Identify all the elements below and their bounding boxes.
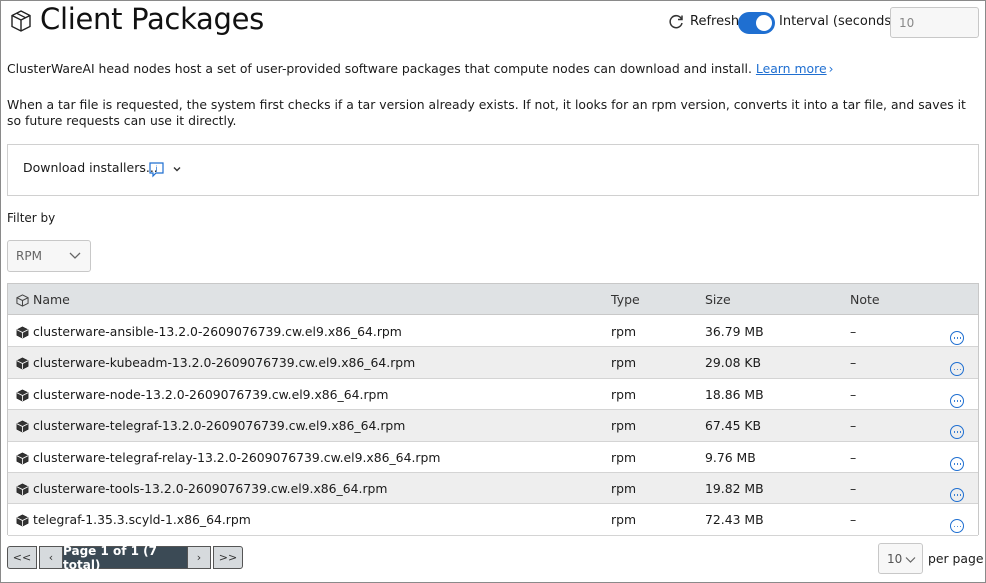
package-icon xyxy=(16,294,29,307)
cell-name: clusterware-telegraf-13.2.0-2609076739.c… xyxy=(33,418,406,434)
page-title: Client Packages xyxy=(40,2,264,36)
cell-note: – xyxy=(850,386,857,402)
more-options-icon[interactable] xyxy=(950,362,964,377)
installers-panel: Download installers... i xyxy=(7,144,979,196)
last-page-button[interactable]: >> xyxy=(213,546,243,569)
chevron-down-icon[interactable] xyxy=(172,164,182,174)
info-icon[interactable]: i xyxy=(148,161,165,178)
package-icon xyxy=(16,389,29,402)
cell-size: 18.86 MB xyxy=(705,386,764,402)
interval-input[interactable] xyxy=(890,7,979,38)
package-icon xyxy=(11,10,31,32)
svg-text:i: i xyxy=(155,165,157,174)
cell-size: 67.45 KB xyxy=(705,418,762,434)
table-row[interactable]: telegraf-1.35.3.scyld-1.x86_64.rpm rpm 72.… xyxy=(8,504,978,536)
table-row[interactable]: clusterware-telegraf-13.2.0-2609076739.c… xyxy=(8,410,978,442)
package-icon xyxy=(16,420,29,433)
cell-type: rpm xyxy=(611,324,637,339)
refresh-label: Refresh xyxy=(690,14,740,29)
prev-page-button[interactable]: ‹ xyxy=(39,546,63,569)
table-header: Name Type Size Note xyxy=(8,284,978,315)
chevron-down-icon xyxy=(69,252,81,259)
table-row[interactable]: clusterware-kubeadm-13.2.0-2609076739.cw… xyxy=(8,347,978,379)
refresh-icon[interactable] xyxy=(667,13,685,31)
download-installers-toggle[interactable]: Download installers... xyxy=(23,160,158,175)
cell-type: rpm xyxy=(611,418,637,434)
more-options-icon[interactable] xyxy=(950,331,964,345)
cell-size: 29.08 KB xyxy=(705,355,762,371)
column-header-note[interactable]: Note xyxy=(850,292,880,307)
next-page-button[interactable]: › xyxy=(187,546,211,569)
more-options-icon[interactable] xyxy=(950,393,964,408)
cell-note: – xyxy=(850,418,857,434)
toggle-knob xyxy=(756,15,772,31)
cell-note: – xyxy=(850,481,857,496)
cell-name: clusterware-ansible-13.2.0-2609076739.cw… xyxy=(33,324,402,339)
cell-type: rpm xyxy=(611,512,637,528)
table-row[interactable]: clusterware-node-13.2.0-2609076739.cw.el… xyxy=(8,378,978,411)
cell-type: rpm xyxy=(611,449,637,465)
cell-note: – xyxy=(850,449,857,465)
first-page-button[interactable]: << xyxy=(7,546,37,569)
package-icon xyxy=(16,357,29,370)
refresh-toggle[interactable] xyxy=(738,12,775,34)
cell-type: rpm xyxy=(611,355,637,371)
page-indicator: Page 1 of 1 (7 total) xyxy=(62,544,188,572)
more-options-icon[interactable] xyxy=(950,519,964,534)
filter-select-value: RPM xyxy=(16,249,42,263)
per-page-value: 10 xyxy=(887,552,903,566)
chevron-down-icon xyxy=(905,557,916,563)
cell-name: telegraf-1.35.3.scyld-1.x86_64.rpm xyxy=(33,512,251,528)
packages-table: Name Type Size Note clusterware-ansible-… xyxy=(7,283,979,536)
package-icon xyxy=(16,483,29,496)
filter-select[interactable]: RPM xyxy=(7,240,91,272)
cell-name: clusterware-kubeadm-13.2.0-2609076739.cw… xyxy=(33,355,416,371)
chevron-right-icon[interactable]: › xyxy=(829,62,834,76)
cell-type: rpm xyxy=(611,386,637,402)
column-header-type[interactable]: Type xyxy=(611,292,640,307)
table-row[interactable]: clusterware-tools-13.2.0-2609076739.cw.e… xyxy=(8,473,978,505)
cell-name: clusterware-telegraf-relay-13.2.0-260907… xyxy=(33,449,441,465)
column-header-size[interactable]: Size xyxy=(705,292,731,307)
more-options-icon[interactable] xyxy=(950,488,964,502)
description-text: When a tar file is requested, the system… xyxy=(7,97,966,128)
package-icon xyxy=(16,514,29,527)
cell-size: 36.79 MB xyxy=(705,324,764,339)
package-icon xyxy=(16,452,29,465)
cell-size: 72.43 MB xyxy=(705,512,764,528)
intro-body: ClusterWareAI head nodes host a set of u… xyxy=(7,61,752,76)
pagination: << ‹ Page 1 of 1 (7 total) › >> xyxy=(7,544,243,572)
cell-note: – xyxy=(850,355,857,371)
filter-label: Filter by xyxy=(7,211,56,225)
per-page-select[interactable]: 10 xyxy=(878,543,923,574)
intro-text: ClusterWareAI head nodes host a set of u… xyxy=(7,61,833,76)
cell-type: rpm xyxy=(611,481,637,496)
cell-note: – xyxy=(850,512,857,528)
cell-name: clusterware-node-13.2.0-2609076739.cw.el… xyxy=(33,386,389,402)
cell-name: clusterware-tools-13.2.0-2609076739.cw.e… xyxy=(33,481,388,496)
learn-more-link[interactable]: Learn more xyxy=(756,61,827,76)
more-options-icon[interactable] xyxy=(950,456,964,471)
column-header-name[interactable]: Name xyxy=(33,292,70,307)
interval-label: Interval (seconds): xyxy=(779,14,901,29)
table-row[interactable]: clusterware-ansible-13.2.0-2609076739.cw… xyxy=(8,316,978,348)
cell-size: 9.76 MB xyxy=(705,449,756,465)
per-page-label: per page xyxy=(928,551,984,566)
cell-size: 19.82 MB xyxy=(705,481,764,496)
cell-note: – xyxy=(850,324,857,339)
table-row[interactable]: clusterware-telegraf-relay-13.2.0-260907… xyxy=(8,441,978,473)
package-icon xyxy=(16,326,29,339)
more-options-icon[interactable] xyxy=(950,425,964,440)
